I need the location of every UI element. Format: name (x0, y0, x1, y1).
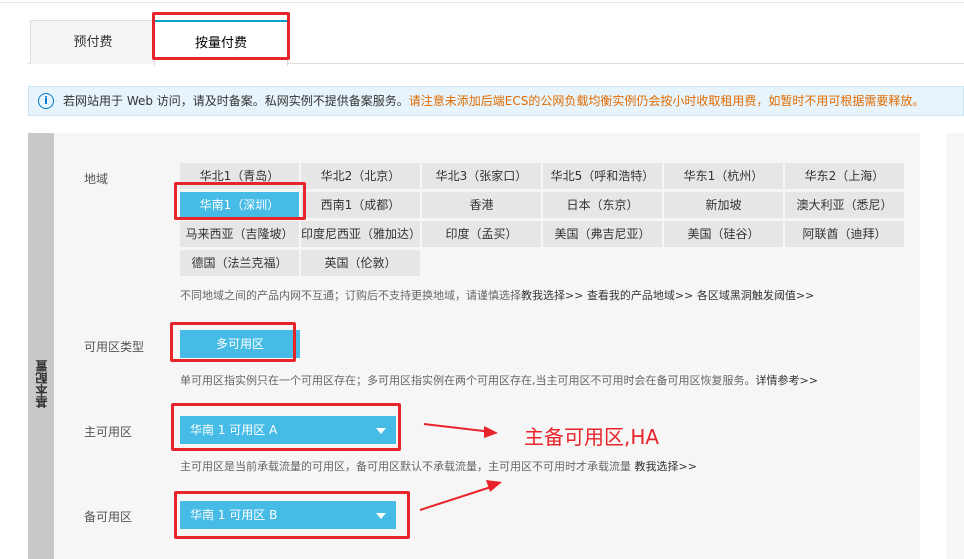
link-teach-select-zone[interactable]: 教我选择>> (635, 460, 697, 473)
info-warning-text: 请注意未添加后端ECS的公网负载均衡实例仍会按小时收取租用费，如暂时不用可根据需… (408, 94, 925, 108)
region-option[interactable]: 印度（孟买） (422, 221, 541, 247)
info-text: 若网站用于 Web 访问，请及时备案。私网实例不提供备案服务。请注意未添加后端E… (63, 87, 924, 115)
highlight-box-primary-zone (171, 403, 401, 451)
right-column (946, 133, 964, 559)
region-hint: 不同地域之间的产品内网不互通；订购后不支持更换地域，请谨慎选择教我选择>> 查看… (180, 287, 814, 303)
highlight-box-region (174, 182, 306, 220)
backup-zone-label: 备可用区 (84, 510, 133, 524)
region-option[interactable]: 华北5（呼和浩特） (543, 163, 662, 189)
link-teach-select[interactable]: 教我选择>> (521, 289, 583, 302)
primary-zone-hint-text: 主可用区是当前承载流量的可用区，备可用区默认不承载流量，主可用区不可用时才承载流… (180, 460, 631, 473)
region-option[interactable]: 印度尼西亚（雅加达） (301, 221, 421, 247)
region-option[interactable]: 美国（弗吉尼亚） (543, 221, 662, 247)
top-divider (0, 2, 964, 3)
region-option[interactable]: 美国（硅谷） (664, 221, 783, 247)
info-banner: i 若网站用于 Web 访问，请及时备案。私网实例不提供备案服务。请注意未添加后… (28, 86, 964, 116)
zone-type-label: 可用区类型 (84, 340, 145, 354)
arrow-to-primary (423, 423, 498, 438)
region-option[interactable]: 西南1（成都） (301, 192, 420, 218)
region-option[interactable]: 华北3（张家口） (422, 163, 541, 189)
zone-type-hint-text: 单可用区指实例只在一个可用区存在；多可用区指实例在两个可用区存在,当主可用区不可… (180, 374, 756, 387)
region-label: 地域 (84, 172, 109, 186)
annotation-arrows (419, 423, 502, 511)
primary-zone-label: 主可用区 (84, 425, 133, 439)
side-section-label: 基本配置 (35, 360, 49, 408)
side-section-bar (28, 133, 54, 559)
link-my-regions[interactable]: 查看我的产品地域>> (587, 289, 693, 302)
zone-type-hint: 单可用区指实例只在一个可用区存在；多可用区指实例在两个可用区存在,当主可用区不可… (180, 372, 818, 388)
region-option[interactable]: 澳大利亚（悉尼） (785, 192, 904, 218)
link-blackhole-threshold[interactable]: 各区域黑洞触发阈值>> (697, 289, 814, 302)
region-option[interactable]: 华北2（北京） (301, 163, 420, 189)
highlight-box-zone-type (170, 322, 296, 362)
region-option[interactable]: 英国（伦敦） (301, 250, 420, 276)
region-option[interactable]: 德国（法兰克福） (180, 250, 299, 276)
region-option[interactable]: 日本（东京） (543, 192, 662, 218)
annotation-text: 主备可用区,HA (524, 425, 660, 449)
highlight-box-backup-zone (174, 491, 410, 539)
info-icon: i (38, 93, 54, 109)
region-hint-text: 不同地域之间的产品内网不互通；订购后不支持更换地域，请谨慎选择 (180, 289, 521, 302)
highlight-box-tab (152, 12, 290, 60)
region-option[interactable]: 马来西亚（吉隆坡） (180, 221, 299, 247)
region-option[interactable]: 新加坡 (664, 192, 783, 218)
region-option[interactable]: 阿联酋（迪拜） (785, 221, 904, 247)
link-details[interactable]: 详情参考>> (756, 374, 818, 387)
tab-prepaid[interactable]: 预付费 (30, 20, 156, 64)
region-option[interactable]: 华东1（杭州） (664, 163, 783, 189)
region-option[interactable]: 香港 (422, 192, 541, 218)
info-normal-text: 若网站用于 Web 访问，请及时备案。私网实例不提供备案服务。 (63, 94, 409, 108)
arrow-to-backup (419, 480, 502, 511)
region-option[interactable]: 华东2（上海） (785, 163, 904, 189)
